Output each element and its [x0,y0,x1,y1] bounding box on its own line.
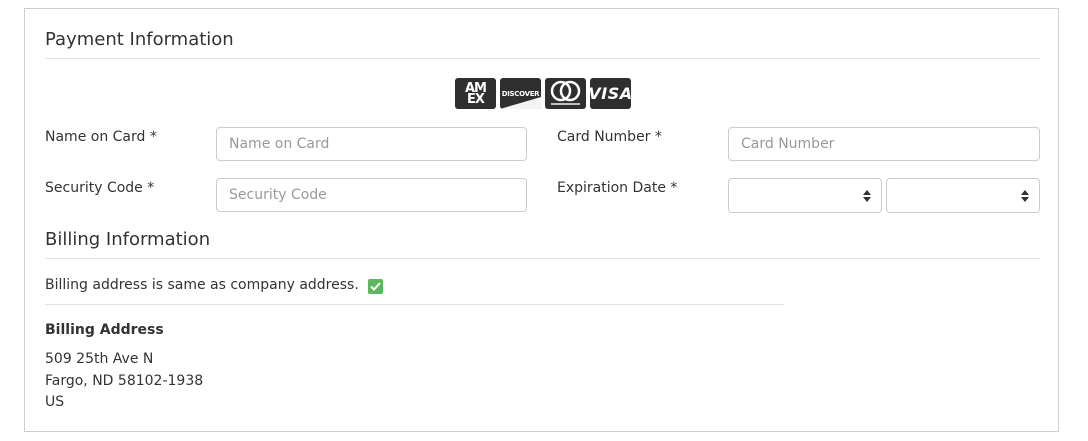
expiration-month-select[interactable] [728,178,882,213]
address-line: Fargo, ND 58102-1938 [45,373,204,389]
select-arrows-icon [1021,190,1029,202]
security-code-label: Security Code * [45,180,155,196]
billing-information-title: Billing Information [45,229,211,250]
checkmark-icon [370,282,381,291]
same-as-company-checkbox[interactable] [368,279,383,294]
discover-icon: DISCOVER [500,78,541,109]
name-on-card-input[interactable] [216,127,527,161]
payment-panel: Payment Information AM EX DISCOVER VISA N… [24,8,1059,432]
security-code-input[interactable] [216,178,527,212]
address-line: 509 25th Ave N [45,351,154,367]
divider [45,58,1040,59]
amex-icon: AM EX [455,78,496,109]
card-number-input[interactable] [728,127,1040,161]
accepted-cards: AM EX DISCOVER VISA [455,78,631,109]
name-on-card-label: Name on Card * [45,129,157,145]
select-arrows-icon [863,190,871,202]
billing-address-title: Billing Address [45,322,164,338]
address-line: US [45,394,65,410]
expiration-year-select[interactable] [886,178,1040,213]
divider [45,258,1040,259]
card-number-label: Card Number * [557,129,662,145]
payment-information-title: Payment Information [45,29,234,50]
mastercard-icon [545,78,586,109]
divider [45,304,784,305]
expiration-date-label: Expiration Date * [557,180,678,196]
visa-icon: VISA [590,78,631,109]
same-as-company-label: Billing address is same as company addre… [45,277,359,293]
